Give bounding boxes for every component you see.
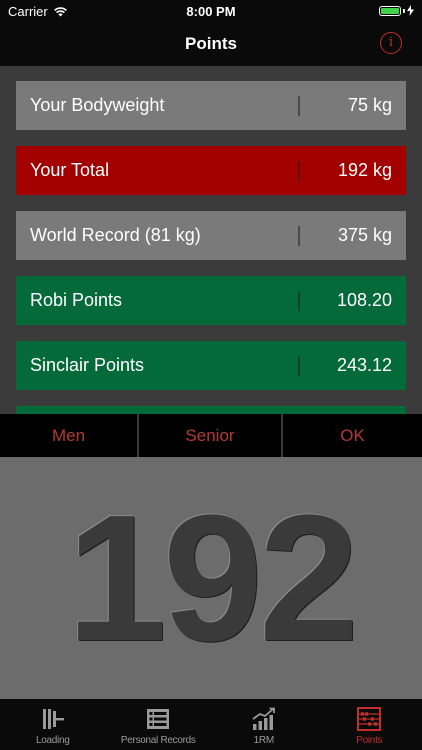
divider bbox=[298, 290, 300, 311]
ok-button[interactable]: OK bbox=[283, 414, 422, 457]
status-time: 8:00 PM bbox=[186, 4, 236, 19]
tab-1rm[interactable]: 1RM bbox=[211, 699, 317, 750]
row-value: 75 kg bbox=[347, 95, 392, 115]
charging-bolt-icon bbox=[407, 5, 414, 16]
growth-chart-icon bbox=[252, 707, 275, 730]
row-value: 375 kg bbox=[337, 225, 392, 245]
row-value: 192 kg bbox=[337, 160, 392, 180]
row-value: 108.20 bbox=[336, 290, 392, 310]
row-label: Robi Points bbox=[30, 290, 123, 310]
row-label: Your Bodyweight bbox=[30, 95, 165, 115]
abacus-icon bbox=[357, 707, 382, 731]
row-world-record[interactable]: World Record (81 kg) 375 kg bbox=[16, 211, 406, 260]
gender-selector[interactable]: Men bbox=[0, 414, 139, 457]
row-robi-points[interactable]: Robi Points 108.20 bbox=[16, 276, 406, 325]
page-title: Points bbox=[185, 34, 237, 53]
divider bbox=[298, 160, 300, 181]
category-selector[interactable]: Senior bbox=[139, 414, 283, 457]
row-partial bbox=[16, 406, 406, 414]
row-bodyweight[interactable]: Your Bodyweight 75 kg bbox=[16, 81, 406, 130]
info-icon: i bbox=[388, 35, 394, 50]
row-label: Your Total bbox=[30, 160, 110, 180]
divider bbox=[298, 225, 300, 246]
status-bar: Carrier 8:00 PM bbox=[0, 0, 422, 22]
tab-label: Loading bbox=[36, 735, 70, 746]
battery-icon bbox=[379, 5, 414, 16]
total-number: 192 bbox=[66, 477, 359, 679]
row-sinclair-points[interactable]: Sinclair Points 243.12 bbox=[16, 341, 406, 390]
row-total[interactable]: Your Total 192 kg bbox=[16, 146, 406, 195]
tab-label: 1RM bbox=[253, 735, 275, 746]
divider bbox=[298, 355, 300, 376]
tab-personal-records[interactable]: Personal Records bbox=[106, 699, 212, 750]
row-value: 243.12 bbox=[336, 355, 392, 375]
barbell-plates-icon bbox=[42, 709, 64, 729]
tab-loading[interactable]: Loading bbox=[0, 699, 106, 750]
row-label: World Record (81 kg) bbox=[30, 225, 201, 245]
tab-bar: Loading Personal Records 1RM Points bbox=[0, 699, 422, 750]
tab-label: Personal Records bbox=[120, 735, 196, 746]
picker-toolbar: Men Senior OK bbox=[0, 414, 422, 457]
info-button[interactable]: i bbox=[380, 32, 402, 54]
tab-label: Points bbox=[356, 735, 383, 746]
tab-points[interactable]: Points bbox=[317, 699, 422, 750]
divider bbox=[298, 95, 300, 116]
row-label: Sinclair Points bbox=[30, 355, 145, 375]
records-list-icon bbox=[147, 709, 170, 729]
total-display[interactable]: 192 bbox=[0, 457, 422, 699]
top-bar: Carrier 8:00 PM Points i bbox=[0, 0, 422, 66]
points-list: Your Bodyweight 75 kg Your Total 192 kg … bbox=[0, 66, 422, 414]
